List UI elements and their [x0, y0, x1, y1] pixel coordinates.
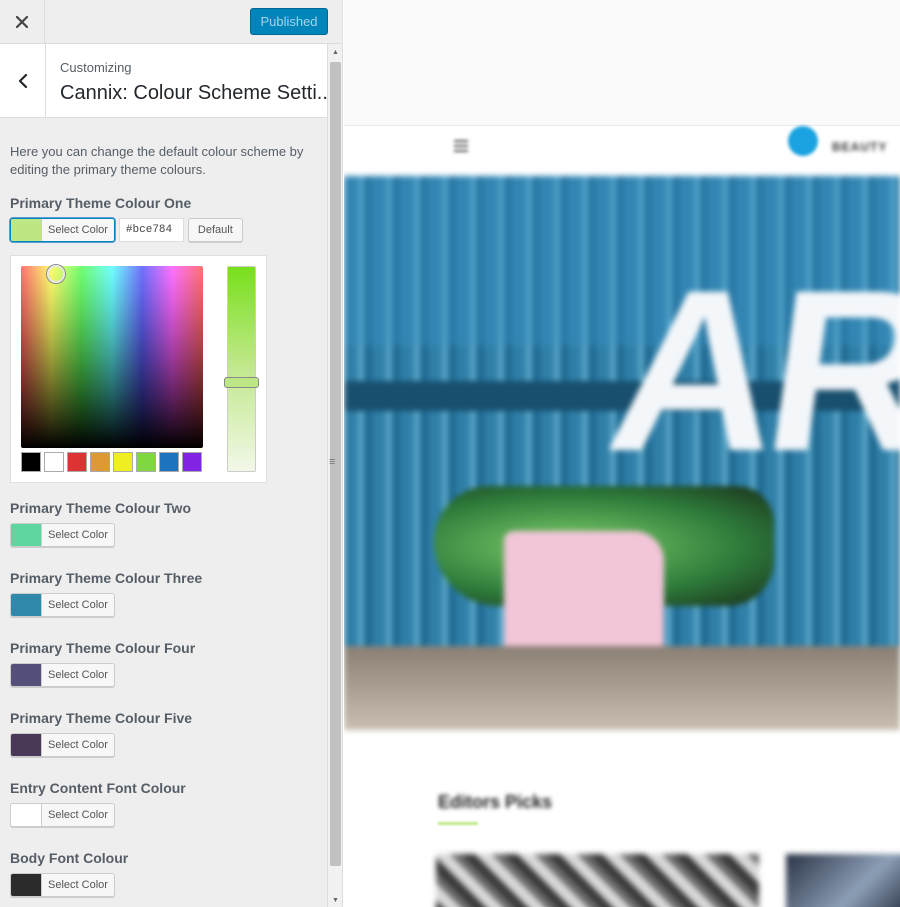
preview-section-underline: [438, 822, 478, 825]
section-description: Here you can change the default colour s…: [10, 144, 304, 177]
select-color-label: Select Color: [42, 524, 114, 546]
color-swatch: [11, 664, 42, 686]
preview-section-title: Editors Picks: [438, 792, 553, 812]
preview-menu-icon: [454, 140, 468, 152]
color-picker: [10, 255, 267, 483]
hex-color-input[interactable]: [118, 218, 184, 242]
control-label: Entry Content Font Colour: [10, 780, 186, 796]
color-swatch: [11, 524, 42, 546]
color-swatch: [11, 594, 42, 616]
select-color-button[interactable]: Select Color: [10, 873, 115, 897]
color-swatch: [11, 734, 42, 756]
lightness-slider[interactable]: [224, 266, 259, 472]
palette-swatch-black[interactable]: [21, 452, 41, 472]
preview-nav-link: BEAUTY: [832, 140, 888, 154]
select-color-label: Select Color: [42, 664, 114, 686]
palette-swatch-purple[interactable]: [182, 452, 202, 472]
select-color-button[interactable]: Select Color: [10, 593, 115, 617]
preview-hero-image: ART: [344, 176, 900, 730]
select-color-label: Select Color: [42, 594, 114, 616]
chevron-left-icon: [18, 73, 27, 88]
control-primary-colour-two: Primary Theme Colour Two Select Color: [10, 500, 191, 547]
section-header: Customizing Cannix: Colour Scheme Setti.…: [0, 44, 333, 118]
preview-thumbnail: [786, 854, 900, 907]
palette-swatch-green[interactable]: [136, 452, 156, 472]
select-color-button[interactable]: Select Color: [10, 663, 115, 687]
select-color-button[interactable]: Select Color: [10, 803, 115, 827]
palette-swatch-blue[interactable]: [159, 452, 179, 472]
scroll-down-arrow-icon[interactable]: ▼: [332, 897, 339, 904]
default-color-button[interactable]: Default: [187, 218, 243, 242]
preview-thumbnail: [436, 854, 759, 907]
control-label: Body Font Colour: [10, 850, 129, 866]
color-palette: [21, 452, 202, 472]
breadcrumb: Customizing: [60, 60, 132, 75]
control-primary-colour-four: Primary Theme Colour Four Select Color: [10, 640, 195, 687]
select-color-button[interactable]: Select Color: [10, 218, 115, 242]
select-color-button[interactable]: Select Color: [10, 733, 115, 757]
saturation-handle[interactable]: [47, 265, 65, 283]
control-body-font-colour: Body Font Colour Select Color: [10, 850, 128, 897]
control-label: Primary Theme Colour Four: [10, 640, 196, 656]
panel-content: Here you can change the default colour s…: [10, 118, 320, 897]
control-label: Primary Theme Colour Three: [10, 570, 203, 586]
section-title: Cannix: Colour Scheme Setti...: [60, 82, 334, 104]
select-color-button[interactable]: Select Color: [10, 523, 115, 547]
control-primary-colour-one: Primary Theme Colour One Select Color De…: [10, 195, 243, 242]
palette-swatch-white[interactable]: [44, 452, 64, 472]
back-button[interactable]: [0, 44, 46, 117]
color-swatch: [11, 874, 42, 896]
preview-logo-icon: [788, 126, 818, 156]
control-label: Primary Theme Colour Five: [10, 710, 193, 726]
customizer-sidebar: Published Customizing Cannix: Colour Sch…: [0, 0, 343, 907]
palette-swatch-orange[interactable]: [90, 452, 110, 472]
preview-header-divider: [344, 125, 900, 126]
close-icon: [16, 16, 28, 28]
control-entry-content-font-colour: Entry Content Font Colour Select Color: [10, 780, 186, 827]
preview-hero-text: ART: [596, 242, 900, 499]
sidebar-scrollbar[interactable]: ▲ ▼: [327, 44, 342, 907]
palette-swatch-yellow[interactable]: [113, 452, 133, 472]
close-customizer-button[interactable]: [0, 0, 45, 44]
control-label: Primary Theme Colour Two: [10, 500, 191, 516]
preview-top-area: [344, 0, 900, 126]
select-color-label: Select Color: [42, 219, 114, 241]
sidebar-resize-grip-icon[interactable]: ≡: [329, 456, 337, 468]
select-color-label: Select Color: [42, 874, 114, 896]
select-color-label: Select Color: [42, 734, 114, 756]
select-color-label: Select Color: [42, 804, 114, 826]
site-preview[interactable]: BEAUTY ART Editors Picks: [344, 0, 900, 907]
color-swatch: [11, 804, 42, 826]
customizer-header: Published: [0, 0, 342, 44]
color-swatch: [11, 219, 42, 241]
control-primary-colour-three: Primary Theme Colour Three Select Color: [10, 570, 202, 617]
control-label: Primary Theme Colour One: [10, 195, 192, 211]
scroll-up-arrow-icon[interactable]: ▲: [332, 49, 339, 56]
control-primary-colour-five: Primary Theme Colour Five Select Color: [10, 710, 192, 757]
palette-swatch-red[interactable]: [67, 452, 87, 472]
saturation-area[interactable]: [21, 266, 203, 448]
slider-handle[interactable]: [224, 377, 259, 388]
publish-button[interactable]: Published: [250, 8, 328, 35]
